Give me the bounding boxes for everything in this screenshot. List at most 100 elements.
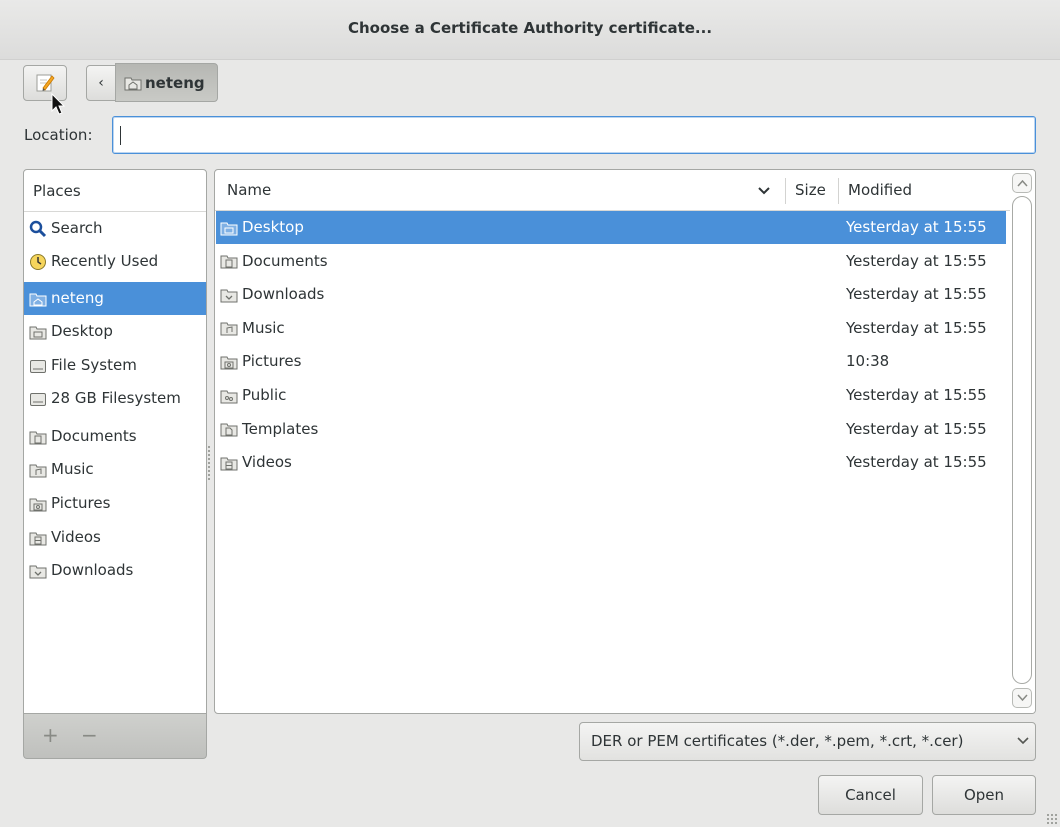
desktop-folder-icon: [220, 220, 238, 236]
places-footer: + −: [23, 714, 207, 759]
file-modified: Yesterday at 15:55: [846, 386, 987, 404]
location-label: Location:: [24, 126, 93, 144]
window-resize-grip[interactable]: [1046, 813, 1058, 825]
file-name: Documents: [242, 251, 328, 270]
file-name-cell: Videos: [220, 446, 292, 479]
drive-icon: [29, 358, 47, 374]
places-item-label: Search: [51, 219, 103, 237]
file-row[interactable]: Desktop Yesterday at 15:55: [216, 211, 1006, 244]
file-modified: Yesterday at 15:55: [846, 318, 987, 337]
file-row[interactable]: Public Yesterday at 15:55: [216, 379, 1006, 412]
public-folder-icon: [220, 388, 238, 404]
file-modified: Yesterday at 15:55: [846, 285, 987, 304]
places-item-label: Desktop: [51, 322, 113, 340]
desktop-folder-icon: [29, 324, 47, 340]
downloads-folder-icon: [29, 563, 47, 579]
file-row[interactable]: Music Yesterday at 15:55: [216, 312, 1006, 345]
column-header-size[interactable]: Size: [795, 170, 826, 211]
chevron-left-icon: ‹: [98, 75, 104, 91]
music-folder-icon: [29, 462, 47, 478]
places-item-label: Recently Used: [51, 252, 159, 270]
vertical-scrollbar[interactable]: [1010, 170, 1035, 713]
places-item-recently-used[interactable]: Recently Used: [24, 245, 206, 278]
places-item-downloads[interactable]: Downloads: [24, 554, 206, 587]
file-name: Videos: [242, 453, 292, 472]
file-row[interactable]: Pictures 10:38: [216, 345, 1006, 378]
places-item-neteng[interactable]: neteng: [24, 282, 206, 315]
scroll-up-button[interactable]: [1012, 173, 1032, 193]
current-folder-label: neteng: [145, 73, 205, 92]
file-name-cell: Desktop: [220, 211, 304, 244]
places-item-label: neteng: [51, 289, 104, 307]
scroll-thumb[interactable]: [1012, 196, 1032, 684]
file-modified: Yesterday at 15:55: [846, 453, 987, 472]
places-item-label: Downloads: [51, 561, 134, 579]
pencil-edit-icon: [36, 74, 55, 92]
places-header: Places: [24, 170, 206, 212]
file-name: Public: [242, 386, 287, 404]
templates-folder-icon: [220, 421, 238, 437]
column-header-modified[interactable]: Modified: [848, 170, 912, 211]
file-name: Desktop: [242, 218, 304, 236]
chevron-down-icon: [1017, 694, 1028, 702]
file-name: Music: [242, 318, 285, 337]
places-item-music[interactable]: Music: [24, 453, 206, 486]
file-name-cell: Pictures: [220, 345, 301, 378]
places-item-desktop[interactable]: Desktop: [24, 315, 206, 348]
scroll-down-button[interactable]: [1012, 688, 1032, 708]
places-item-label: File System: [51, 356, 137, 374]
cancel-button[interactable]: Cancel: [818, 775, 923, 815]
column-header-name[interactable]: Name: [227, 170, 271, 211]
chevron-down-icon: [1017, 737, 1029, 745]
path-back-button[interactable]: ‹: [86, 65, 116, 101]
file-modified: 10:38: [846, 352, 890, 371]
documents-folder-icon: [29, 429, 47, 445]
drive-icon: [29, 391, 47, 407]
window-titlebar: Choose a Certificate Authority certifica…: [0, 0, 1060, 60]
path-crumb-current[interactable]: neteng: [115, 63, 218, 102]
text-caret: [120, 126, 121, 145]
places-item-pictures[interactable]: Pictures: [24, 487, 206, 520]
mouse-pointer-icon: [51, 93, 66, 115]
clock-icon: [29, 253, 47, 271]
add-bookmark-button[interactable]: +: [42, 723, 59, 747]
file-name-cell: Downloads: [220, 278, 324, 311]
pane-resize-handle[interactable]: [207, 445, 211, 481]
location-input[interactable]: [112, 116, 1036, 154]
pictures-folder-icon: [29, 496, 47, 512]
places-sidebar: Places Search Recently Used neteng Desktop F…: [23, 169, 207, 714]
file-modified: Yesterday at 15:55: [846, 419, 987, 438]
column-divider: [785, 178, 786, 204]
file-row[interactable]: Documents Yesterday at 15:55: [216, 245, 1006, 278]
places-item-search[interactable]: Search: [24, 212, 206, 245]
cancel-button-label: Cancel: [845, 786, 896, 804]
pictures-folder-icon: [220, 354, 238, 370]
file-row[interactable]: Downloads Yesterday at 15:55: [216, 278, 1006, 311]
places-item-file-system[interactable]: File System: [24, 349, 206, 382]
file-row[interactable]: Videos Yesterday at 15:55: [216, 446, 1006, 479]
filter-selected-label: DER or PEM certificates (*.der, *.pem, *…: [591, 732, 964, 750]
places-item-label: 28 GB Filesystem: [51, 389, 181, 407]
open-button-label: Open: [963, 786, 1005, 804]
places-item-label: Videos: [51, 528, 101, 546]
file-name-cell: Templates: [220, 413, 318, 446]
file-type-filter-dropdown[interactable]: DER or PEM certificates (*.der, *.pem, *…: [579, 722, 1036, 761]
file-name: Downloads: [242, 285, 325, 304]
open-button[interactable]: Open: [932, 775, 1036, 815]
file-name: Templates: [242, 419, 319, 438]
videos-folder-icon: [220, 455, 238, 471]
places-item-documents[interactable]: Documents: [24, 420, 206, 453]
chevron-down-icon[interactable]: [755, 181, 773, 199]
places-item-videos[interactable]: Videos: [24, 521, 206, 554]
chevron-up-icon: [1017, 179, 1028, 187]
remove-bookmark-button[interactable]: −: [81, 723, 98, 747]
file-row[interactable]: Templates Yesterday at 15:55: [216, 413, 1006, 446]
videos-folder-icon: [29, 530, 47, 546]
file-modified: Yesterday at 15:55: [846, 218, 987, 236]
file-list-header: Name Size Modified: [215, 170, 1010, 211]
places-item-label: Pictures: [51, 494, 111, 512]
column-divider: [838, 178, 839, 204]
places-item-28-gb-filesystem[interactable]: 28 GB Filesystem: [24, 382, 206, 415]
downloads-folder-icon: [220, 287, 238, 303]
home-folder-icon: [29, 291, 47, 307]
